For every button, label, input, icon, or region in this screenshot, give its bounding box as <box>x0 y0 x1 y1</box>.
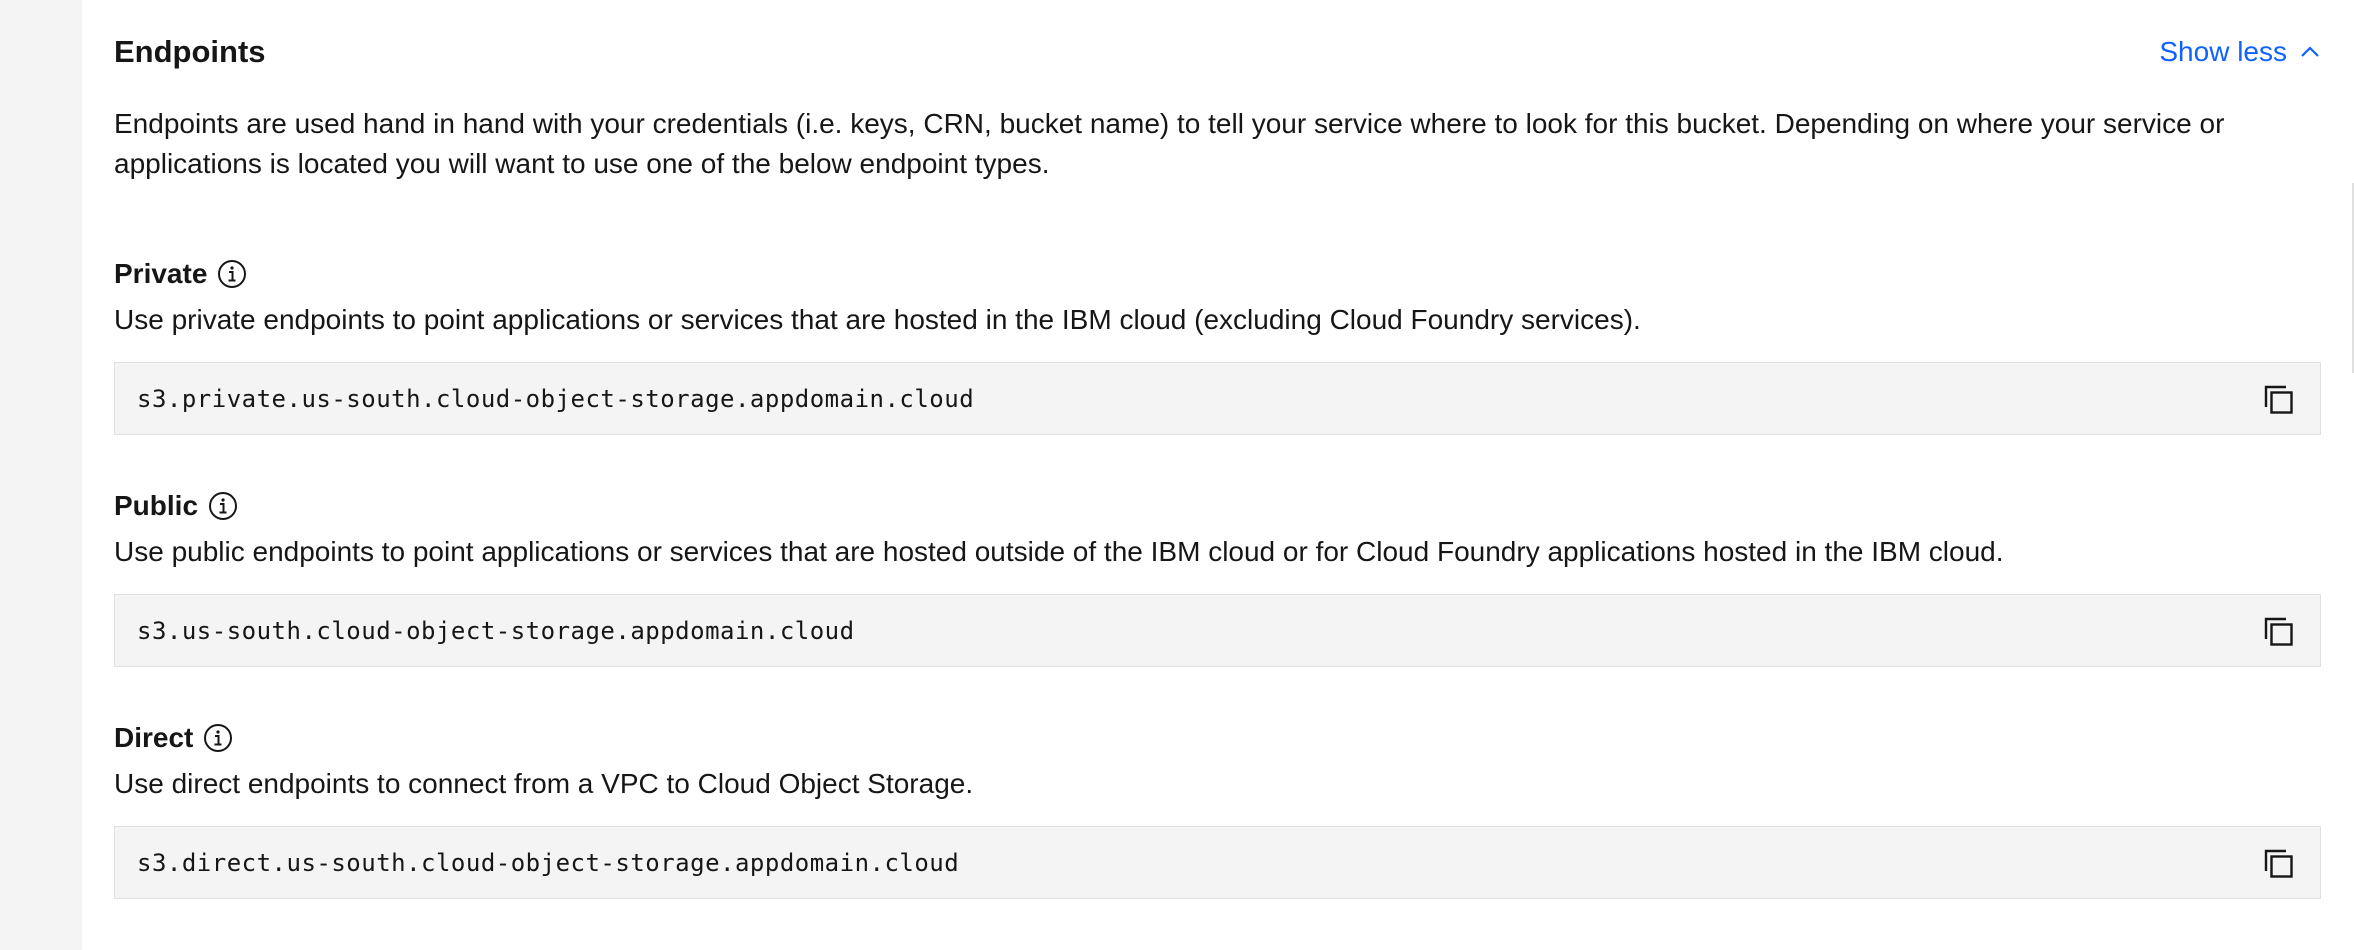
endpoint-private: Private Use private endpoints to point a… <box>114 254 2321 435</box>
chevron-up-icon <box>2301 46 2319 57</box>
endpoint-description: Use direct endpoints to connect from a V… <box>114 768 974 799</box>
info-icon[interactable] <box>217 259 247 289</box>
endpoint-url[interactable]: s3.private.us-south.cloud-object-storage… <box>137 381 974 417</box>
endpoint-title: Direct <box>114 722 194 753</box>
show-less-toggle[interactable]: Show less <box>2159 30 2321 74</box>
section-title: Endpoints <box>114 34 266 69</box>
copy-icon <box>2264 849 2293 878</box>
copy-button[interactable] <box>2262 615 2296 649</box>
endpoints-panel: Endpoints Show less Endpoints are used h… <box>114 0 2321 950</box>
endpoint-direct: Direct Use direct endpoints to connect f… <box>114 718 2321 899</box>
copy-button[interactable] <box>2262 847 2296 881</box>
endpoint-description: Use private endpoints to point applicati… <box>114 304 1641 335</box>
copy-icon <box>2264 617 2293 646</box>
endpoint-title: Public <box>114 490 199 521</box>
left-rail <box>0 0 82 950</box>
toggle-label: Show less <box>2159 36 2287 67</box>
endpoint-code-box: s3.direct.us-south.cloud-object-storage.… <box>114 826 2321 899</box>
info-icon[interactable] <box>208 491 238 521</box>
endpoint-title: Private <box>114 258 208 289</box>
info-icon[interactable] <box>203 723 233 753</box>
copy-icon <box>2264 385 2293 414</box>
copy-button[interactable] <box>2262 383 2296 417</box>
endpoint-code-box: s3.private.us-south.cloud-object-storage… <box>114 362 2321 435</box>
endpoint-url[interactable]: s3.direct.us-south.cloud-object-storage.… <box>137 845 959 881</box>
endpoint-code-box: s3.us-south.cloud-object-storage.appdoma… <box>114 594 2321 667</box>
endpoint-public: Public Use public endpoints to point app… <box>114 486 2321 667</box>
endpoint-description: Use public endpoints to point applicatio… <box>114 536 2004 567</box>
endpoint-url[interactable]: s3.us-south.cloud-object-storage.appdoma… <box>137 613 855 649</box>
section-intro: Endpoints are used hand in hand with you… <box>114 108 2225 179</box>
